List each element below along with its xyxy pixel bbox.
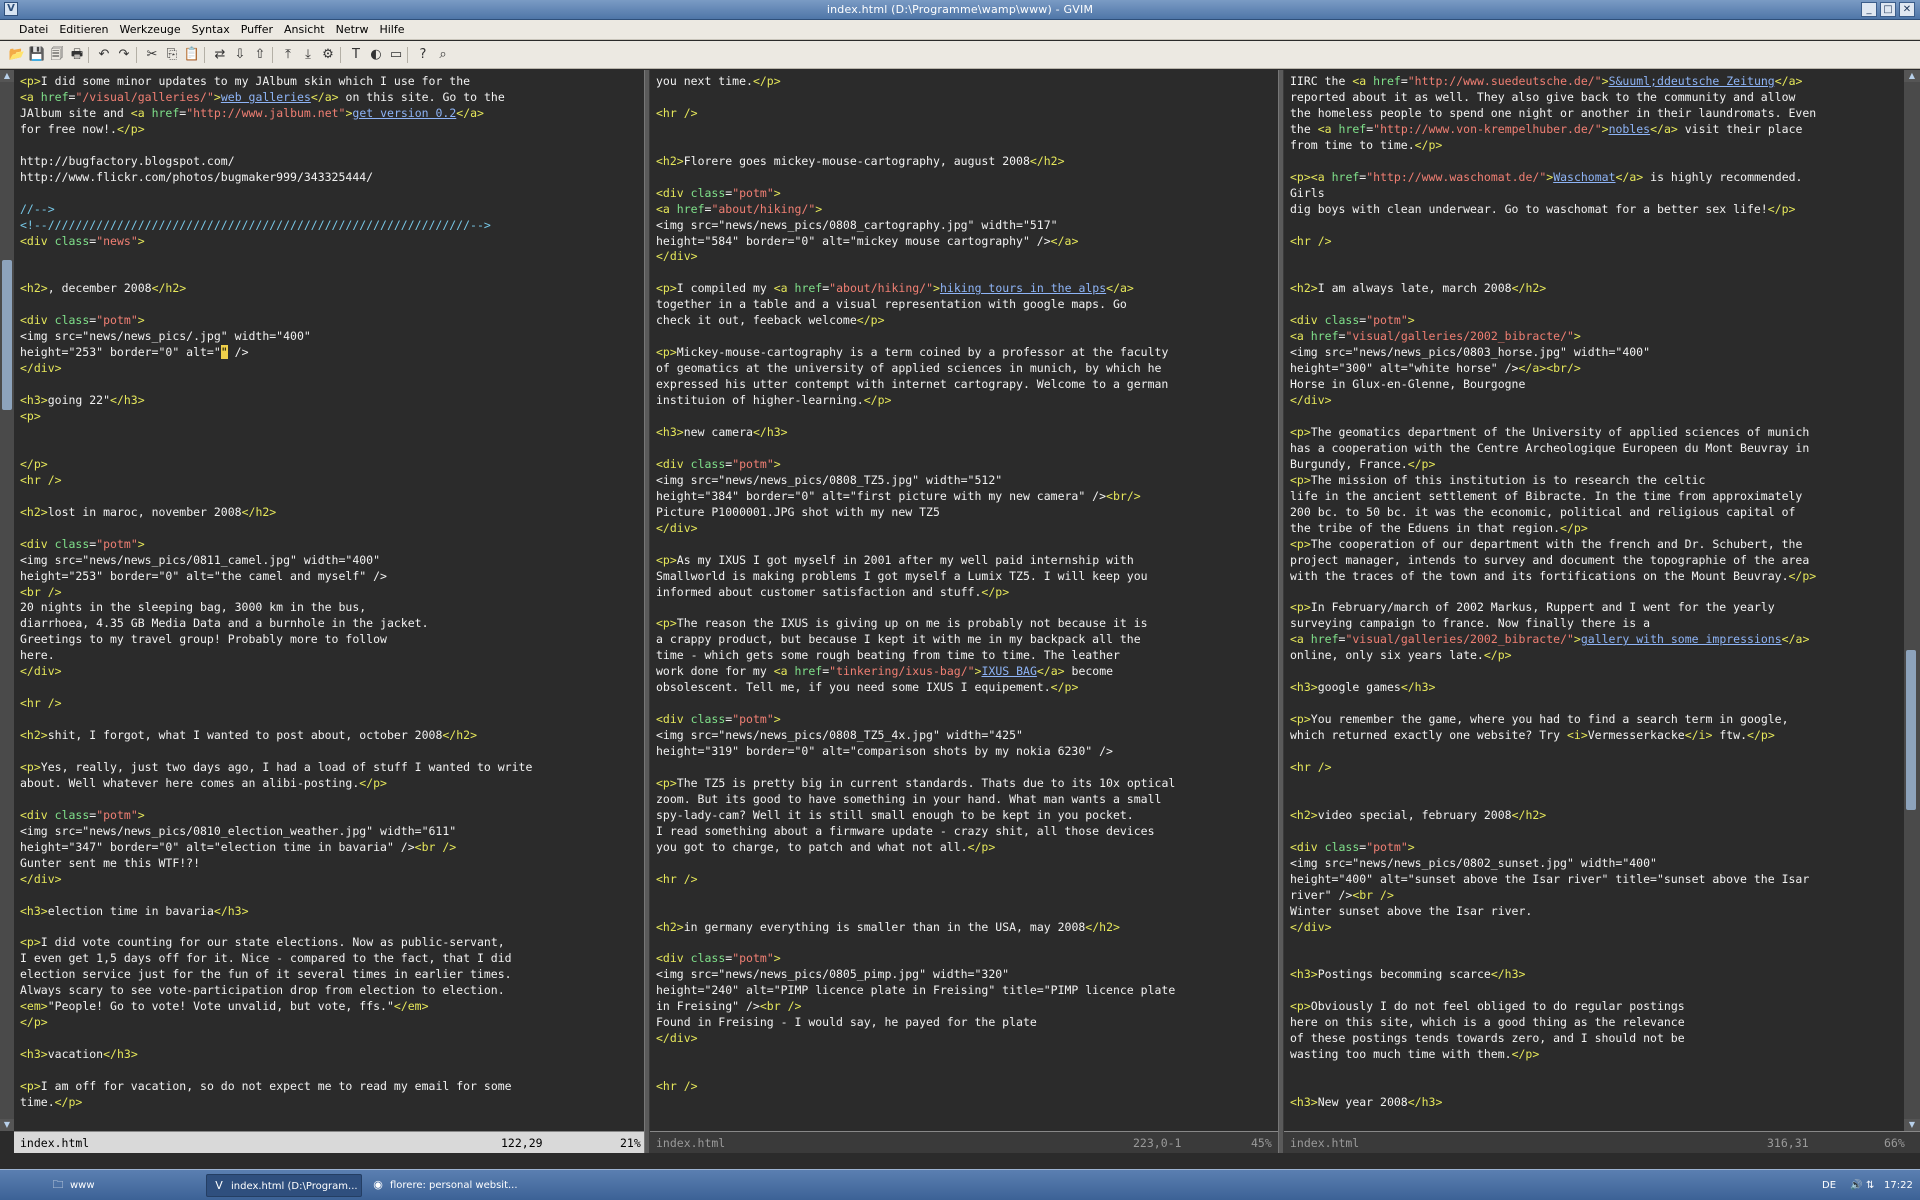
code-view[interactable]: IIRC the <a href="http://www.suedeutsche… <box>1290 74 1904 1111</box>
toolbar-separator <box>340 47 341 63</box>
run-script-icon[interactable]: ⚙ <box>319 46 337 64</box>
status-line-right: index.html 316,31 66% <box>1284 1131 1920 1153</box>
help-icon[interactable]: ? <box>414 46 432 64</box>
cut-icon[interactable]: ✂ <box>143 46 161 64</box>
print-icon[interactable]: 🖶 <box>68 46 86 64</box>
maximize-button[interactable]: □ <box>1880 2 1896 17</box>
editor-pane-right[interactable]: IIRC the <a href="http://www.suedeutsche… <box>1284 70 1904 1131</box>
toolbar-separator <box>407 47 408 63</box>
toolbar-separator <box>136 47 137 63</box>
close-button[interactable]: ✕ <box>1899 2 1915 17</box>
text-cursor: " <box>220 345 228 360</box>
toolbar-separator <box>88 47 89 63</box>
taskbar-item-label: florere: personal websit... <box>390 1180 518 1191</box>
left-scrollbar[interactable]: ▲ ▼ <box>0 70 14 1131</box>
scroll-up-icon[interactable]: ▲ <box>1904 70 1920 82</box>
find-help-icon[interactable]: ⌕ <box>434 46 452 64</box>
taskbar-item-gvim[interactable]: V index.html (D:\Program... <box>206 1174 362 1197</box>
menu-puffer[interactable]: Puffer <box>235 20 278 39</box>
scroll-up-icon[interactable]: ▲ <box>0 70 14 82</box>
toolbar-separator <box>204 47 205 63</box>
paste-icon[interactable]: 📋 <box>183 46 201 64</box>
status-scroll-percent: 21% <box>620 1136 641 1150</box>
save-all-icon[interactable]: 🗐 <box>48 46 66 64</box>
right-scrollbar[interactable]: ▲ ▼ <box>1904 70 1920 1131</box>
code-view[interactable]: <p>I did some minor updates to my JAlbum… <box>20 74 644 1111</box>
menu-syntax[interactable]: Syntax <box>186 20 235 39</box>
firefox-icon: ◉ <box>373 1178 383 1191</box>
open-icon[interactable]: 📂 <box>8 46 26 64</box>
taskbar-item-firefox[interactable]: ◉ florere: personal websit... <box>366 1174 526 1197</box>
window-titlebar: V index.html (D:\Programme\wamp\www) - G… <box>0 0 1920 20</box>
save-session-icon[interactable]: ⤓ <box>299 46 317 64</box>
scroll-thumb[interactable] <box>2 260 12 410</box>
status-filename: index.html <box>1290 1136 1360 1150</box>
scroll-down-icon[interactable]: ▼ <box>0 1119 14 1131</box>
editor-pane-left[interactable]: <p>I did some minor updates to my JAlbum… <box>14 70 644 1131</box>
find-next-icon[interactable]: ⇩ <box>231 46 249 64</box>
status-filename: index.html <box>656 1136 726 1150</box>
editor-area: ▲ ▼ <p>I did some minor updates to my JA… <box>0 70 1920 1153</box>
status-scroll-percent: 66% <box>1884 1136 1905 1150</box>
scroll-down-icon[interactable]: ▼ <box>1904 1119 1920 1131</box>
menu-editieren[interactable]: Editieren <box>53 20 113 39</box>
window-title: index.html (D:\Programme\wamp\www) - GVI… <box>826 3 1094 16</box>
shell-icon[interactable]: ▭ <box>387 46 405 64</box>
tags-icon[interactable]: ◐ <box>367 46 385 64</box>
copy-icon[interactable]: ⎘ <box>163 46 181 64</box>
taskbar: 🗀 www V index.html (D:\Program... ◉ flor… <box>0 1169 1920 1200</box>
save-icon[interactable]: 💾 <box>28 46 46 64</box>
status-scroll-percent: 45% <box>1251 1136 1272 1150</box>
status-cursor-position: 316,31 <box>1767 1136 1809 1150</box>
menu-datei[interactable]: Datei <box>0 20 53 39</box>
command-line[interactable] <box>0 1153 1920 1169</box>
taskbar-item-www[interactable]: 🗀 www <box>46 1174 206 1197</box>
undo-icon[interactable]: ↶ <box>95 46 113 64</box>
load-session-icon[interactable]: ⤒ <box>279 46 297 64</box>
code-view[interactable]: you next time.</p> <hr /> <h2>Florere go… <box>656 74 1278 1095</box>
menu-ansicht[interactable]: Ansicht <box>278 20 330 39</box>
keyboard-layout-indicator[interactable]: DE <box>1822 1174 1836 1197</box>
gvim-icon: V <box>215 1179 223 1192</box>
status-cursor-position: 223,0-1 <box>1133 1136 1182 1150</box>
network-icon[interactable]: ⇅ <box>1866 1174 1874 1197</box>
scroll-thumb[interactable] <box>1906 650 1916 810</box>
minimize-button[interactable]: _ <box>1861 2 1877 17</box>
status-cursor-position: 122,29 <box>501 1136 543 1150</box>
taskbar-item-label: index.html (D:\Program... <box>231 1181 358 1192</box>
find-prev-icon[interactable]: ⇧ <box>251 46 269 64</box>
taskbar-item-label: www <box>70 1180 95 1191</box>
folder-icon: 🗀 <box>52 1178 64 1191</box>
clock: 17:22 <box>1884 1180 1913 1191</box>
editor-pane-middle[interactable]: you next time.</p> <hr /> <h2>Florere go… <box>650 70 1278 1131</box>
status-filename: index.html <box>20 1136 90 1150</box>
make-icon[interactable]: T <box>347 46 365 64</box>
find-replace-icon[interactable]: ⇄ <box>211 46 229 64</box>
status-line-left: index.html 122,29 21% <box>14 1131 644 1153</box>
menu-bar: Datei Editieren Werkzeuge Syntax Puffer Ansic… <box>0 20 1920 40</box>
redo-icon[interactable]: ↷ <box>115 46 133 64</box>
toolbar-separator <box>272 47 273 63</box>
status-line-middle: index.html 223,0-1 45% <box>650 1131 1278 1153</box>
toolbar: 📂 💾 🗐 🖶 ↶ ↷ ✂ ⎘ 📋 ⇄ ⇩ ⇧ ⤒ ⤓ ⚙ T ◐ ▭? ⌕ <box>0 41 1920 69</box>
menu-werkzeuge[interactable]: Werkzeuge <box>114 20 186 39</box>
volume-icon[interactable]: 🔊 <box>1850 1174 1862 1197</box>
menu-hilfe[interactable]: Hilfe <box>373 20 409 39</box>
menu-netrw[interactable]: Netrw <box>330 20 374 39</box>
